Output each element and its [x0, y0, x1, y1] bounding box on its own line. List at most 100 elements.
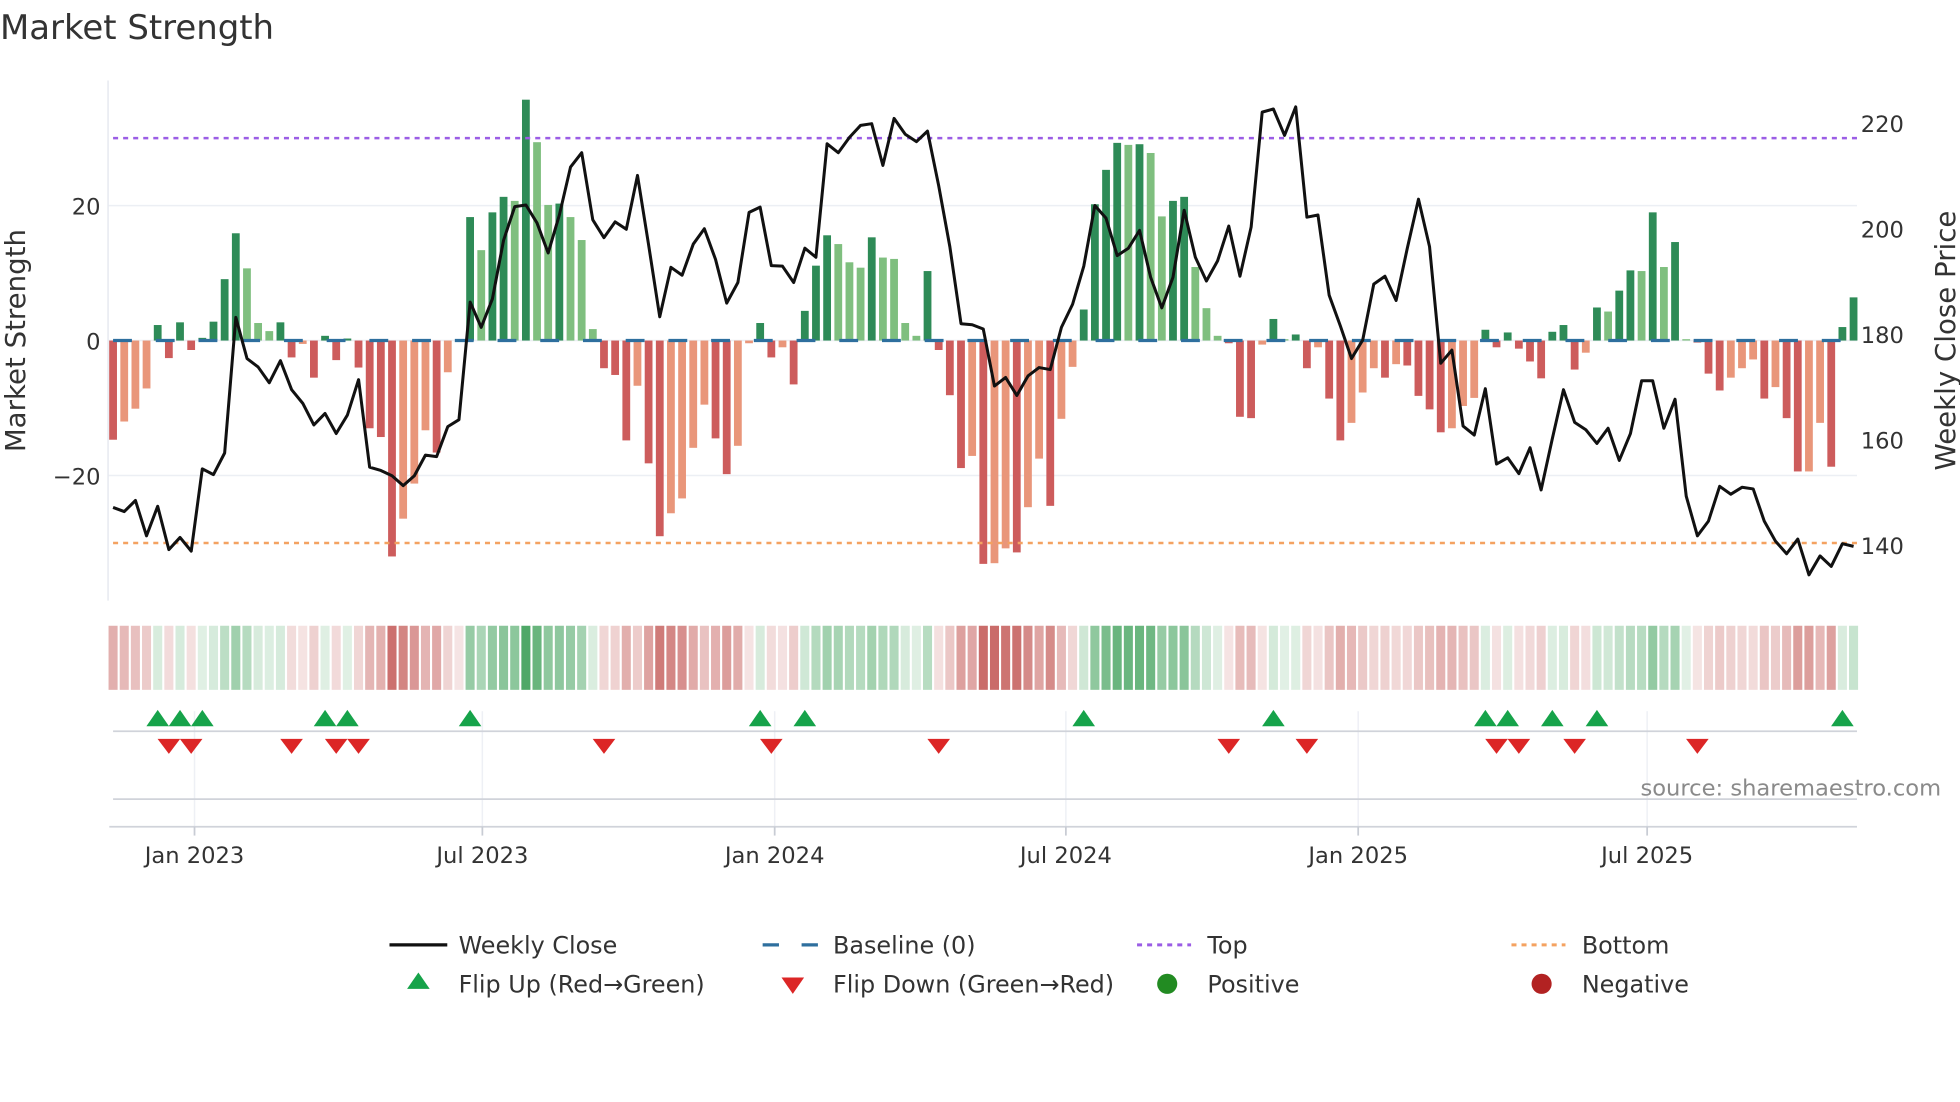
heatmap-cell [320, 625, 330, 690]
heatmap-cell [632, 625, 642, 690]
strength-bar [1291, 334, 1300, 341]
y2-tick-label: 200 [1861, 218, 1904, 244]
heatmap-cell [755, 625, 765, 690]
legend-label: Bottom [1582, 932, 1670, 960]
strength-bar [254, 323, 263, 341]
heatmap-cell [1346, 625, 1357, 690]
strength-bar [153, 325, 162, 341]
flip-up-marker [1262, 709, 1285, 727]
strength-bar [1704, 340, 1713, 374]
strength-bar [399, 340, 408, 519]
heatmap-cell [1324, 625, 1334, 690]
heatmap-cell [1793, 625, 1803, 690]
flip-up-marker [146, 709, 170, 727]
heatmap-cell [465, 625, 475, 690]
heatmap-cell [666, 625, 676, 690]
strength-bar [1682, 339, 1691, 341]
strength-bar [142, 340, 151, 389]
strength-bar [1514, 340, 1523, 349]
strength-bar [1024, 340, 1032, 508]
heatmap-cell [298, 625, 308, 690]
heatmap-cell [733, 625, 743, 690]
heatmap-cell [1134, 625, 1145, 690]
heatmap-cell [1659, 625, 1669, 690]
heatmap-cell [833, 625, 843, 690]
strength-bar [1358, 340, 1367, 393]
heatmap-cell [287, 625, 297, 690]
heatmap-cell [867, 625, 877, 690]
heatmap-cell [1402, 625, 1412, 690]
right-axis-ticks: 220 200 180 160 140 [1861, 112, 1904, 560]
y2-tick-label: 220 [1861, 112, 1904, 138]
strength-bar [510, 200, 519, 341]
heatmap-cell [342, 625, 352, 690]
flip-up-marker [793, 709, 817, 727]
strength-bar [655, 340, 664, 537]
legend-label: Flip Up (Red→Green) [459, 971, 705, 999]
strength-bar [890, 258, 898, 341]
left-axis-title: Market Strength [0, 229, 32, 452]
heatmap-cell [1480, 625, 1490, 690]
heatmap-cell [108, 625, 118, 690]
flip-down-marker [1217, 738, 1241, 754]
strength-bar [187, 340, 196, 350]
heatmap-cell [398, 625, 408, 690]
heatmap-cell [1536, 625, 1546, 690]
heatmap-cell [487, 625, 497, 690]
strength-bar [856, 267, 865, 341]
date-gridlines [193, 711, 1648, 827]
strength-bar [410, 340, 419, 484]
strength-bar [265, 331, 274, 341]
x-axis-ticks: Jan 2023 Jul 2023 Jan 2024 Jul 2024 Jan 2025… [143, 826, 1693, 869]
heatmap-cell [1469, 625, 1479, 690]
strength-bar [1191, 267, 1200, 341]
heatmap-cell [744, 625, 754, 690]
strength-bar [443, 340, 452, 373]
heatmap-cell [164, 625, 174, 690]
heatmap-cell [822, 625, 832, 690]
heatmap-cell [153, 625, 163, 690]
flip-down-marker [324, 738, 348, 754]
heatmap-cell [577, 625, 587, 690]
flip-down-marker [1507, 738, 1531, 754]
heatmap-cell [275, 625, 285, 690]
heatmap-cell [1558, 625, 1568, 690]
heatmap-cell [1782, 625, 1792, 690]
strength-bar [544, 204, 553, 341]
flip-down-marker [1563, 738, 1586, 754]
heatmap-cell [811, 625, 821, 690]
triangle-down-icon [781, 977, 805, 994]
strength-bar [1537, 340, 1546, 379]
legend-item-positive: Positive [1157, 971, 1299, 999]
strength-bar [566, 217, 575, 341]
legend-item-top: Top [1137, 932, 1248, 960]
heatmap-cell [777, 625, 788, 690]
strength-bar [1615, 290, 1624, 341]
heatmap-cell [789, 625, 799, 690]
legend-label: Weekly Close [459, 932, 618, 960]
strength-bar [722, 340, 731, 475]
flip-up-marker [1585, 709, 1609, 727]
strength-bar [611, 340, 620, 375]
heatmap-cell [1815, 625, 1825, 690]
heatmap-cell [253, 625, 263, 690]
strength-bar [209, 321, 218, 341]
heatmap-cell [1056, 625, 1066, 690]
x-tick-label: Jul 2023 [434, 843, 528, 869]
heatmap-cell [655, 625, 665, 690]
legend-item-negative: Negative [1531, 971, 1689, 999]
heatmap-cell [1023, 625, 1033, 690]
triangle-up-icon [407, 972, 430, 989]
chart-title: Market Strength [0, 8, 274, 47]
heatmap-cell [989, 625, 999, 690]
strength-bar [1414, 340, 1423, 396]
heatmap-cell [1213, 625, 1223, 690]
flip-down-marker [280, 738, 303, 754]
flip-down-marker [1485, 738, 1508, 754]
heatmap-cell [1112, 625, 1122, 690]
strength-bar [421, 340, 430, 431]
strength-bar [1247, 340, 1255, 419]
heatmap-cell [1603, 625, 1613, 690]
strength-bar [1581, 340, 1590, 353]
strength-bar [879, 257, 887, 341]
